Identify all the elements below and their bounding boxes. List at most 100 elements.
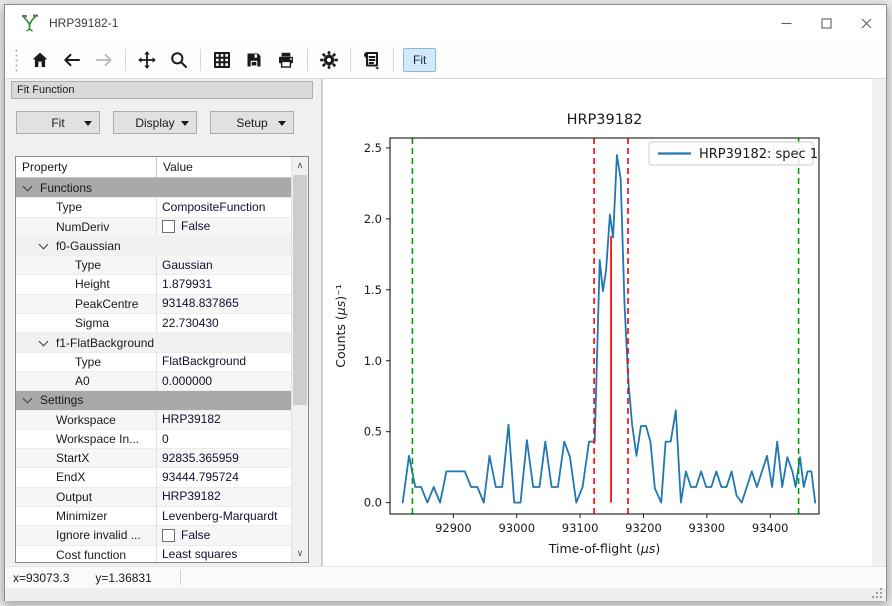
property-name: Workspace In... xyxy=(16,430,157,448)
property-value[interactable]: False xyxy=(157,218,291,236)
toolbar-separator xyxy=(307,49,308,71)
checkbox-unchecked[interactable] xyxy=(162,529,175,542)
checkbox-unchecked[interactable] xyxy=(162,220,175,233)
statusbar-separator xyxy=(180,570,181,585)
collapse-chevron-icon[interactable] xyxy=(39,336,49,346)
property-row-output[interactable]: OutputHRP39182 xyxy=(16,487,291,506)
maximize-button[interactable] xyxy=(806,5,846,41)
property-name: A0 xyxy=(16,372,157,390)
property-name: Sigma xyxy=(16,314,157,332)
minimize-icon xyxy=(781,18,792,29)
group-label: f1-FlatBackground xyxy=(56,336,154,350)
display-menu-button[interactable]: Display xyxy=(113,111,197,134)
property-name: NumDeriv xyxy=(16,218,157,236)
property-value[interactable]: 22.730430 xyxy=(157,314,291,332)
property-row-ignore-invalid-[interactable]: Ignore invalid ...False xyxy=(16,525,291,544)
property-value[interactable]: HRP39182 xyxy=(157,411,291,429)
property-value[interactable]: 93444.795724 xyxy=(157,468,291,486)
property-row-type[interactable]: TypeCompositeFunction xyxy=(16,197,291,216)
legend-label: HRP39182: spec 1 xyxy=(699,147,818,162)
property-row-numderiv[interactable]: NumDerivFalse xyxy=(16,217,291,236)
setup-menu-label: Setup xyxy=(236,116,267,130)
chevron-down-icon xyxy=(181,121,189,126)
property-value[interactable]: HRP39182 xyxy=(157,488,291,506)
scroll-down-arrow-icon[interactable]: ∨ xyxy=(292,545,308,562)
generate-script-button[interactable] xyxy=(356,45,388,75)
forward-arrow-icon xyxy=(94,50,114,70)
property-row-workspace[interactable]: WorkspaceHRP39182 xyxy=(16,410,291,429)
grid-toggle-button[interactable] xyxy=(206,45,238,75)
property-value[interactable]: 0.000000 xyxy=(157,372,291,390)
setup-menu-button[interactable]: Setup xyxy=(210,111,294,134)
forward-button[interactable] xyxy=(88,45,120,75)
property-row-minimizer[interactable]: MinimizerLevenberg-Marquardt xyxy=(16,506,291,525)
property-row-workspace-in-[interactable]: Workspace In...0 xyxy=(16,429,291,448)
zoom-button[interactable] xyxy=(163,45,195,75)
property-value[interactable]: Gaussian xyxy=(157,256,291,274)
dock-title-bar[interactable]: Fit Function xyxy=(11,81,313,99)
title-bar[interactable]: HRP39182-1 xyxy=(5,5,886,41)
group-row-settings[interactable]: Settings xyxy=(16,390,291,409)
close-button[interactable] xyxy=(846,5,886,41)
chevron-down-icon xyxy=(278,121,286,126)
minimize-button[interactable] xyxy=(766,5,806,41)
subgroup-row-f0-gaussian[interactable]: f0-Gaussian xyxy=(16,236,291,255)
fit-menu-row: Fit Display Setup xyxy=(16,111,321,134)
plot-title: HRP39182 xyxy=(567,112,643,128)
toolbar-drag-handle[interactable] xyxy=(13,47,18,73)
fit-toggle-button[interactable]: Fit xyxy=(403,48,436,72)
settings-button[interactable] xyxy=(313,45,345,75)
y-tick-label: 1.0 xyxy=(364,354,382,368)
property-row-cost-function[interactable]: Cost functionLeast squares xyxy=(16,545,291,562)
data-line xyxy=(403,155,816,503)
property-value[interactable]: 93148.837865 xyxy=(157,295,291,313)
legend[interactable]: HRP39182: spec 1 xyxy=(649,142,818,165)
subgroup-row-f1-flatbackground[interactable]: f1-FlatBackground xyxy=(16,332,291,351)
y-tick-label: 1.5 xyxy=(364,283,382,297)
property-row-startx[interactable]: StartX92835.365959 xyxy=(16,448,291,467)
property-value[interactable]: CompositeFunction xyxy=(157,198,291,216)
property-value[interactable]: 0 xyxy=(157,430,291,448)
group-label: Functions xyxy=(40,181,92,195)
fit-menu-button[interactable]: Fit xyxy=(16,111,100,134)
property-value[interactable]: False xyxy=(157,526,291,544)
property-row-a0[interactable]: A00.000000 xyxy=(16,371,291,390)
script-icon xyxy=(362,50,382,70)
toolbar-separator xyxy=(393,49,394,71)
property-value[interactable]: Levenberg-Marquardt xyxy=(157,507,291,525)
x-tick-label: 93200 xyxy=(625,521,662,535)
property-value[interactable]: 1.879931 xyxy=(157,275,291,293)
property-value[interactable]: 92835.365959 xyxy=(157,449,291,467)
collapse-chevron-icon[interactable] xyxy=(23,394,33,404)
plot-toolbar: Fit xyxy=(5,41,886,79)
print-button[interactable] xyxy=(270,45,302,75)
y-tick-label: 2.0 xyxy=(364,212,382,226)
property-row-peakcentre[interactable]: PeakCentre93148.837865 xyxy=(16,294,291,313)
app-window: HRP39182-1 xyxy=(4,4,887,601)
property-grid: Property Value FunctionsTypeCompositeFun… xyxy=(15,156,309,563)
maximize-icon xyxy=(821,18,832,29)
property-row-type[interactable]: TypeFlatBackground xyxy=(16,352,291,371)
property-row-type[interactable]: TypeGaussian xyxy=(16,255,291,274)
property-value[interactable]: Least squares xyxy=(157,546,291,562)
property-row-endx[interactable]: EndX93444.795724 xyxy=(16,467,291,486)
resize-grip-icon[interactable] xyxy=(871,587,883,599)
property-row-height[interactable]: Height1.879931 xyxy=(16,274,291,293)
scroll-up-arrow-icon[interactable]: ∧ xyxy=(292,157,308,174)
pan-button[interactable] xyxy=(131,45,163,75)
plot-canvas[interactable]: HRP391829290093000931009320093300934000.… xyxy=(323,79,886,566)
property-row-sigma[interactable]: Sigma22.730430 xyxy=(16,313,291,332)
scrollbar-thumb[interactable] xyxy=(293,175,307,405)
property-grid-rows: FunctionsTypeCompositeFunctionNumDerivFa… xyxy=(16,178,291,562)
collapse-chevron-icon[interactable] xyxy=(39,240,49,250)
collapse-chevron-icon[interactable] xyxy=(23,181,33,191)
back-button[interactable] xyxy=(56,45,88,75)
x-tick-label: 93000 xyxy=(498,521,535,535)
scrollbar[interactable]: ∧ ∨ xyxy=(291,157,308,562)
save-button[interactable] xyxy=(238,45,270,75)
group-row-functions[interactable]: Functions xyxy=(16,178,291,197)
back-arrow-icon xyxy=(62,50,82,70)
property-value[interactable]: FlatBackground xyxy=(157,353,291,371)
column-header-value: Value xyxy=(157,157,193,177)
home-button[interactable] xyxy=(24,45,56,75)
